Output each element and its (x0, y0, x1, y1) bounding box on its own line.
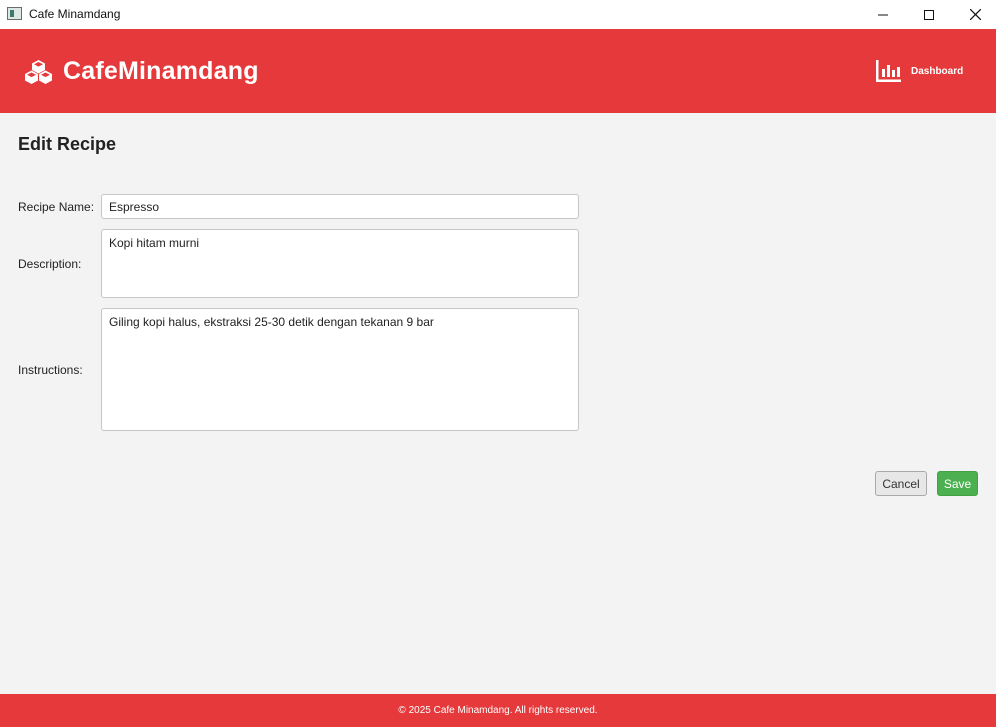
app-footer: © 2025 Cafe Minamdang. All rights reserv… (0, 694, 996, 727)
recipe-name-input[interactable]: Espresso (101, 194, 579, 219)
minimize-button[interactable] (860, 0, 906, 29)
cubes-icon (25, 60, 52, 84)
page-title: Edit Recipe (18, 134, 117, 154)
instructions-label: Instructions: (18, 363, 83, 377)
dashboard-nav-button[interactable]: Dashboard (876, 60, 963, 82)
maximize-button[interactable] (906, 0, 952, 29)
instructions-textarea[interactable]: Giling kopi halus, ekstraksi 25-30 detik… (101, 308, 579, 431)
description-label: Description: (18, 257, 82, 271)
save-button[interactable]: Save (937, 471, 978, 496)
brand-name: CafeMinamdang (63, 57, 259, 85)
cancel-button[interactable]: Cancel (875, 471, 927, 496)
copyright-text: © 2025 Cafe Minamdang. All rights reserv… (398, 705, 598, 716)
app-window-icon (7, 7, 22, 20)
bar-chart-icon (876, 60, 901, 82)
minimize-icon (878, 14, 888, 15)
recipe-name-label: Recipe Name: (18, 200, 95, 214)
close-button[interactable] (952, 0, 996, 29)
window-title: Cafe Minamdang (29, 7, 121, 21)
description-textarea[interactable]: Kopi hitam murni (101, 229, 579, 298)
dashboard-label: Dashboard (911, 65, 964, 77)
maximize-icon (924, 9, 934, 20)
close-icon (969, 9, 981, 20)
window-titlebar: Cafe Minamdang (0, 0, 996, 29)
